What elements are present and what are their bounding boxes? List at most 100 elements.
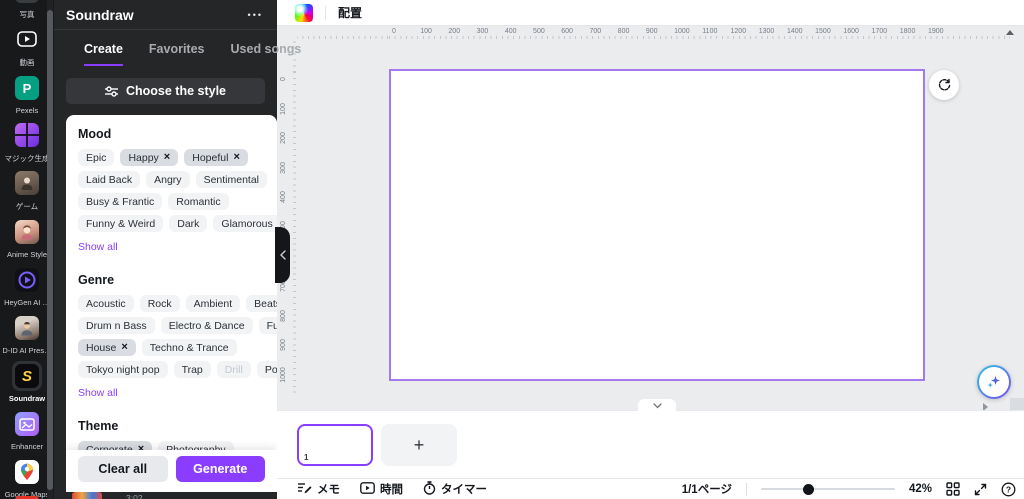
design-page-canvas[interactable] [389,69,925,381]
toolbar-divider [325,5,326,20]
google-maps-icon [15,460,39,484]
chip-busy-frantic[interactable]: Busy & Frantic [78,193,163,210]
chip-funny-weird[interactable]: Funny & Weird [78,215,164,232]
sidebar-item-magic-media[interactable]: マジック生成 [0,118,54,166]
chip-label: Rock [147,297,172,310]
chip-trap[interactable]: Trap [173,361,211,378]
status-item-memo[interactable]: メモ [297,481,340,497]
sidebar-item-pexels[interactable]: P Pexels [0,70,54,118]
app-sidebar-items: 写真 動画 P Pexels マジック生成 ゲーム Anime Style HeyGen AI… [0,0,54,499]
h-ruler-label: 200 [448,28,461,35]
remove-icon[interactable]: × [233,152,239,163]
help-button[interactable]: ? [1001,482,1016,497]
status-item-time[interactable]: 時間 [360,481,403,497]
chip-pop[interactable]: Pop [256,361,277,378]
show-all-link[interactable]: Show all [78,387,118,399]
h-ruler-label: 1600 [843,28,859,35]
regenerate-button[interactable] [929,70,959,100]
chip-rock[interactable]: Rock [139,295,180,312]
chip-glamorous[interactable]: Glamorous [213,215,277,232]
sidebar-item-photos[interactable]: 写真 [0,0,54,22]
zoom-slider-track[interactable] [760,488,895,490]
color-picker-swatch-icon[interactable] [295,3,313,22]
strip-collapse-tab[interactable] [638,399,676,412]
tab-used-songs[interactable]: Used songs [231,42,302,66]
chip-hopeful[interactable]: Hopeful × [184,149,248,166]
v-ruler-label: 400 [280,191,287,204]
h-ruler-label: 400 [504,28,517,35]
chip-label: Hopeful [192,151,229,164]
sidebar-item-heygen[interactable]: HeyGen AI … [0,262,54,310]
h-ruler-label: 300 [476,28,489,35]
chip-techno-trance[interactable]: Techno & Trance [141,339,237,356]
choose-style-button[interactable]: Choose the style [66,78,265,104]
sidebar-item-label: Enhancer [10,442,44,451]
chip-drill[interactable]: Drill [216,361,251,378]
video-icon [15,27,39,51]
chip-romantic[interactable]: Romantic [168,193,229,210]
google-maps-icon-wrap [12,457,42,487]
chip-acoustic[interactable]: Acoustic [78,295,134,312]
remove-icon[interactable]: × [164,152,170,163]
sidebar-scrollbar[interactable] [47,0,53,499]
chip-sentimental[interactable]: Sentimental [195,171,268,188]
chip-row: Acoustic Rock Ambient Beats [78,295,277,312]
zoom-slider-knob[interactable] [802,484,814,495]
pexels-icon-wrap: P [12,73,42,103]
clear-all-button[interactable]: Clear all [78,456,168,482]
panel-header: Soundraw ••• [54,0,277,30]
chip-label: Laid Back [86,173,133,186]
more-options-icon[interactable]: ••• [248,10,263,20]
page-1-thumbnail[interactable]: 1 [297,424,373,466]
v-ruler-label: 1000 [280,367,287,383]
zoom-slider[interactable] [760,483,895,495]
remove-icon[interactable]: × [121,342,127,353]
time-icon [360,481,375,497]
enhancer-icon-wrap [12,409,42,439]
soundraw-icon-glyph: S [21,367,32,385]
show-all-link[interactable]: Show all [78,241,118,253]
tab-create[interactable]: Create [84,42,123,66]
chip-dark[interactable]: Dark [169,215,208,232]
fullscreen-button[interactable] [974,483,987,496]
chip-label: Funny & Weird [86,217,156,230]
sidebar-item-soundraw[interactable]: S Soundraw [0,358,54,406]
chip-house[interactable]: House × [78,339,136,356]
status-item-timer[interactable]: タイマー [423,480,487,498]
filter-sections: Mood Epic Happy × Hopeful × Laid Back Angry Sent… [78,127,277,480]
chip-ambient[interactable]: Ambient [185,295,241,312]
sidebar-item-videos[interactable]: 動画 [0,22,54,70]
chip-epic[interactable]: Epic [78,149,115,166]
grid-view-button[interactable] [946,482,960,496]
sidebar-item-game[interactable]: ゲーム [0,166,54,214]
chip-angry[interactable]: Angry [146,171,190,188]
chip-drum-n-bass[interactable]: Drum n Bass [78,317,155,334]
chip-electro-dance[interactable]: Electro & Dance [160,317,253,334]
generated-track-item[interactable]: 3:02 [66,492,277,499]
zoom-level-button[interactable]: 42% [909,483,932,495]
soundraw-icon-wrap: S [12,361,42,391]
sidebar-item-enhancer[interactable]: Enhancer [0,406,54,454]
generate-button[interactable]: Generate [175,456,265,482]
chip-beats[interactable]: Beats [246,295,277,312]
chip-row: Funny & Weird Dark Glamorous [78,215,277,232]
chip-laid-back[interactable]: Laid Back [78,171,141,188]
help-icon: ? [1001,482,1016,496]
d-id-presenter-icon-wrap [12,313,42,343]
sidebar-item-d-id[interactable]: D-ID AI Pres… [0,310,54,358]
v-ruler-label: 1100 [279,392,289,396]
sidebar-item-google-maps[interactable]: Google Maps [0,454,54,499]
chip-happy[interactable]: Happy × [120,149,179,166]
scroll-up-arrow-icon[interactable] [1006,30,1014,35]
position-button[interactable]: 配置 [338,4,362,21]
pexels-icon-glyph: P [22,80,32,96]
tab-favorites[interactable]: Favorites [149,42,205,66]
chip-funk[interactable]: Funk [258,317,277,334]
chip-tokyo-night-pop[interactable]: Tokyo night pop [78,361,168,378]
magic-assistant-button[interactable] [977,365,1011,399]
sidebar-item-anime-style[interactable]: Anime Style [0,214,54,262]
section-title: Genre [78,273,115,287]
panel-collapse-handle[interactable] [275,227,290,283]
sidebar-scrollbar-thumb[interactable] [47,10,53,490]
add-page-button[interactable]: + [381,424,457,466]
